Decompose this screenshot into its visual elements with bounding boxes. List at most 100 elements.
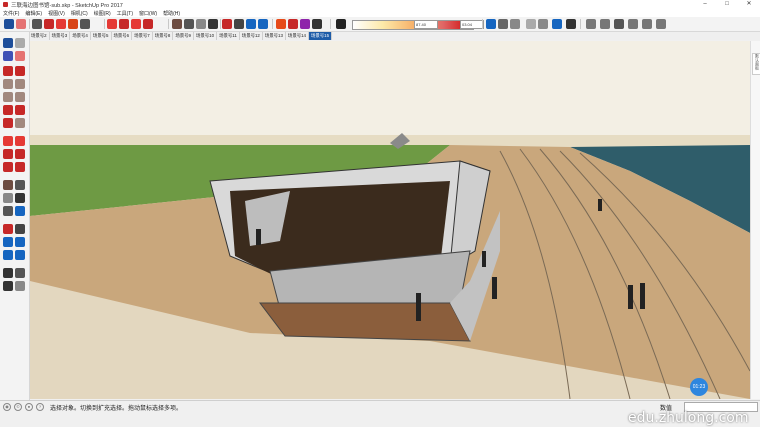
offset-tool-icon[interactable] — [80, 19, 90, 29]
pushpull-tool-icon[interactable] — [68, 19, 78, 29]
view-front-icon[interactable] — [600, 19, 610, 29]
shape-tool-icon[interactable] — [56, 19, 66, 29]
polygon-icon[interactable] — [15, 92, 25, 102]
scale-icon[interactable] — [3, 162, 13, 172]
close-button[interactable]: ✕ — [738, 0, 760, 9]
geo-location-icon[interactable]: ◉ — [3, 403, 11, 411]
rectangle-icon[interactable] — [3, 79, 13, 89]
tab-scene-8[interactable]: 场景号8 — [153, 32, 174, 40]
scale-tool-icon[interactable] — [131, 19, 141, 29]
tab-scene-13[interactable]: 场景号13 — [263, 32, 286, 40]
view-right-icon[interactable] — [628, 19, 638, 29]
menu-help[interactable]: 帮助(H) — [160, 10, 183, 17]
dimension-icon[interactable] — [15, 180, 25, 190]
xray-icon[interactable] — [498, 19, 508, 29]
select-icon[interactable] — [3, 38, 13, 48]
zoom-extents-icon[interactable] — [258, 19, 268, 29]
zoom-window-icon[interactable] — [15, 237, 25, 247]
shaded-icon[interactable] — [552, 19, 562, 29]
tab-scene-7[interactable]: 场景号7 — [132, 32, 153, 40]
tab-scene-11[interactable]: 场景号11 — [217, 32, 240, 40]
menu-draw[interactable]: 绘图(R) — [91, 10, 114, 17]
user-icon[interactable]: ● — [25, 403, 33, 411]
text-icon[interactable] — [15, 193, 25, 203]
view-top-icon[interactable] — [586, 19, 596, 29]
tab-scene-3[interactable]: 场景号3 — [50, 32, 71, 40]
tab-scene-2[interactable]: 场景号2 — [29, 32, 50, 40]
tab-scene-5[interactable]: 场景号5 — [91, 32, 112, 40]
three-point-arc-icon[interactable] — [3, 118, 13, 128]
tab-scene-12[interactable]: 场景号12 — [240, 32, 263, 40]
walk-icon[interactable] — [3, 281, 13, 291]
tab-scene-9[interactable]: 场景号9 — [173, 32, 194, 40]
minimize-button[interactable]: – — [694, 0, 716, 9]
tape-icon[interactable] — [3, 180, 13, 190]
eraser-tool-icon[interactable] — [16, 19, 26, 29]
pan-icon[interactable] — [15, 224, 25, 234]
menu-view[interactable]: 视图(V) — [45, 10, 68, 17]
menu-edit[interactable]: 编辑(E) — [22, 10, 45, 17]
maximize-button[interactable]: □ — [716, 0, 738, 9]
warehouse-icon[interactable] — [276, 19, 286, 29]
select-tool-icon[interactable] — [4, 19, 14, 29]
followme-icon[interactable] — [15, 149, 25, 159]
section-plane-icon[interactable] — [15, 281, 25, 291]
pie-icon[interactable] — [15, 118, 25, 128]
extension-warehouse-icon[interactable] — [288, 19, 298, 29]
previous-view-icon[interactable] — [15, 250, 25, 260]
arc-tool-icon[interactable] — [44, 19, 54, 29]
move-icon[interactable] — [3, 136, 13, 146]
menu-window[interactable]: 窗口(W) — [136, 10, 160, 17]
two-point-arc-icon[interactable] — [15, 105, 25, 115]
offset-icon[interactable] — [15, 162, 25, 172]
zoom-extents-left-icon[interactable] — [3, 250, 13, 260]
tab-scene-6[interactable]: 场景号6 — [112, 32, 133, 40]
style-field-left[interactable]: 87.40 — [414, 20, 438, 29]
hidden-line-icon[interactable] — [538, 19, 548, 29]
view-home-icon[interactable] — [614, 19, 624, 29]
dimension-tool-icon[interactable] — [184, 19, 194, 29]
line-tool-icon[interactable] — [32, 19, 42, 29]
rotated-rectangle-icon[interactable] — [15, 79, 25, 89]
freehand-icon[interactable] — [15, 66, 25, 76]
wireframe-icon[interactable] — [526, 19, 536, 29]
move-tool-icon[interactable] — [107, 19, 117, 29]
text-tool-icon[interactable] — [208, 19, 218, 29]
tab-scene-10[interactable]: 场景号10 — [194, 32, 218, 40]
circle-icon[interactable] — [3, 92, 13, 102]
eraser-icon[interactable] — [15, 51, 25, 61]
menu-camera[interactable]: 相机(C) — [68, 10, 91, 17]
menu-file[interactable]: 文件(F) — [0, 10, 22, 17]
followme-tool-icon[interactable] — [143, 19, 153, 29]
arc-icon[interactable] — [3, 105, 13, 115]
shaded-textures-icon[interactable] — [566, 19, 576, 29]
style-field-right[interactable]: 03.04 — [460, 20, 484, 29]
tab-scene-14[interactable]: 场景号14 — [286, 32, 309, 40]
position-camera-icon[interactable] — [3, 268, 13, 278]
pan-tool-icon[interactable] — [234, 19, 244, 29]
extension-manager-icon[interactable] — [312, 19, 322, 29]
look-around-icon[interactable] — [15, 268, 25, 278]
view-left-icon[interactable] — [656, 19, 666, 29]
tab-scene-4[interactable]: 场景号4 — [70, 32, 91, 40]
tab-scene-15[interactable]: 场景号15 — [308, 32, 333, 40]
layout-icon[interactable] — [300, 19, 310, 29]
pushpull-icon[interactable] — [15, 136, 25, 146]
tape-measure-icon[interactable] — [172, 19, 182, 29]
zoom-icon[interactable] — [3, 237, 13, 247]
orbit-tool-icon[interactable] — [222, 19, 232, 29]
orbit-icon[interactable] — [3, 224, 13, 234]
axes-icon[interactable] — [3, 206, 13, 216]
line-icon[interactable] — [3, 66, 13, 76]
credits-icon[interactable]: © — [14, 403, 22, 411]
rotate-tool-icon[interactable] — [119, 19, 129, 29]
model-viewport[interactable] — [30, 41, 750, 399]
paint-bucket-icon[interactable] — [3, 51, 13, 61]
style-builder-icon[interactable] — [336, 19, 346, 29]
style-color-bar[interactable] — [352, 20, 474, 30]
default-tray-tab[interactable]: 默认面板 — [752, 53, 760, 75]
back-edges-icon[interactable] — [510, 19, 520, 29]
3d-text-icon[interactable] — [15, 206, 25, 216]
view-back-icon[interactable] — [642, 19, 652, 29]
rotate-icon[interactable] — [3, 149, 13, 159]
